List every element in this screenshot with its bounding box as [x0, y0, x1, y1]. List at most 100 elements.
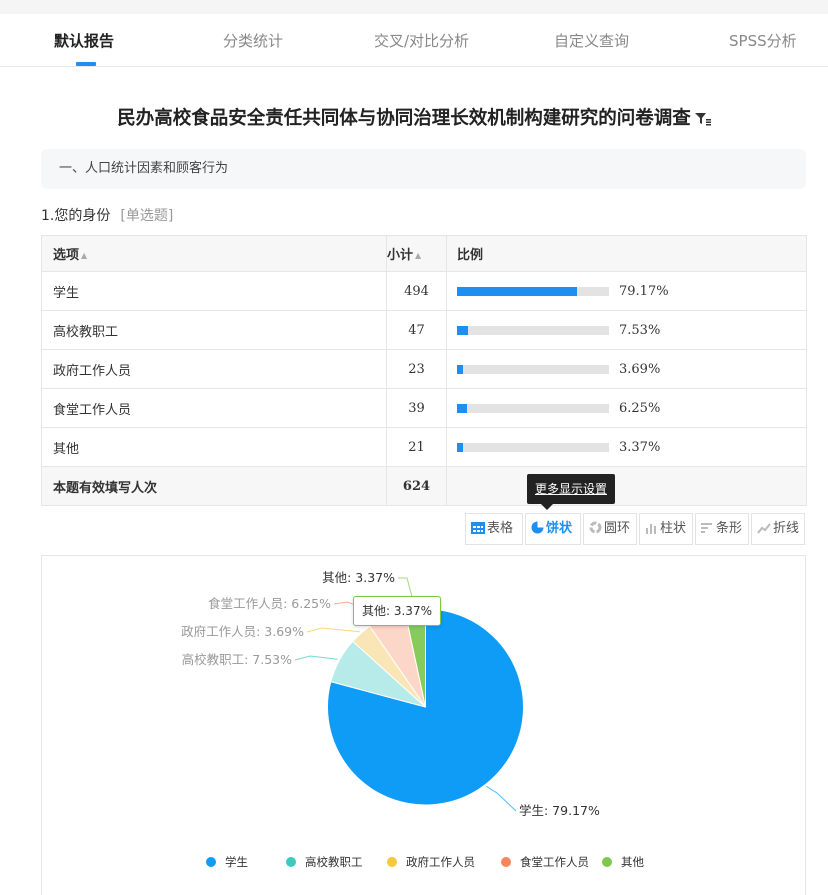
table-icon — [471, 521, 487, 536]
chart-type-table-button[interactable]: 表格 — [465, 513, 523, 545]
chart-type-label: 圆环 — [604, 521, 631, 536]
col-header-option-label: 选项 — [53, 248, 80, 263]
option-cell: 其他 — [41, 427, 387, 467]
legend-dot — [501, 857, 511, 867]
sort-icon[interactable]: ▲ — [81, 251, 87, 260]
pie-label-4: 其他: 3.37% — [322, 570, 395, 585]
chart-type-pie-button[interactable]: 饼状 — [525, 513, 581, 545]
ratio-cell: 6.25% — [446, 388, 807, 428]
pie-label-1: 高校教职工: 7.53% — [182, 652, 293, 667]
legend-item-0[interactable]: 学生 — [206, 855, 248, 869]
chart-type-label: 条形 — [716, 521, 743, 536]
pie-hover-tooltip: 其他: 3.37% — [353, 596, 441, 626]
legend-dot — [602, 857, 612, 867]
legend-dot — [387, 857, 397, 867]
legend-label: 高校教职工 — [305, 855, 363, 869]
pie-label-0: 学生: 79.17% — [519, 803, 600, 818]
pie-icon — [531, 521, 546, 536]
chart-type-label: 折线 — [773, 521, 800, 536]
legend-label: 其他 — [621, 855, 644, 869]
question-text: 1.您的身份 — [41, 208, 111, 224]
count-cell[interactable]: 21 — [386, 427, 447, 467]
column-icon — [645, 521, 660, 536]
table-total-row: 本题有效填写人次 624 — [41, 466, 807, 506]
more-settings-tooltip[interactable]: 更多显示设置 — [527, 474, 615, 510]
sort-icon[interactable]: ▲ — [415, 251, 421, 260]
line-icon — [757, 521, 773, 536]
tab-custom-query[interactable]: 自定义查询 — [554, 30, 629, 51]
count-cell[interactable]: 494 — [386, 271, 447, 311]
stats-table: 选项 ▲ 小计 ▲ 比例 学生 494 79.17% 高校教职工 47 7.53% 政府工作人员… — [41, 235, 807, 506]
ratio-percent: 7.53% — [619, 322, 661, 338]
ratio-percent: 3.69% — [619, 361, 661, 377]
col-header-ratio: 比例 — [446, 235, 807, 272]
legend-label: 学生 — [225, 855, 248, 869]
tab-category-stats[interactable]: 分类统计 — [223, 30, 283, 51]
chart-type-label: 饼状 — [546, 521, 573, 536]
legend-item-3[interactable]: 食堂工作人员 — [501, 855, 589, 869]
tab-default-report[interactable]: 默认报告 — [54, 30, 114, 51]
col-header-option[interactable]: 选项 ▲ — [41, 235, 387, 272]
total-label: 本题有效填写人次 — [41, 466, 387, 506]
total-empty — [446, 466, 807, 506]
table-row: 高校教职工 47 7.53% — [41, 310, 807, 350]
count-cell[interactable]: 39 — [386, 388, 447, 428]
ratio-bar-fill — [457, 442, 463, 452]
table-row: 食堂工作人员 39 6.25% — [41, 388, 807, 428]
legend-item-4[interactable]: 其他 — [602, 855, 644, 869]
count-cell[interactable]: 47 — [386, 310, 447, 350]
col-header-count[interactable]: 小计 ▲ — [386, 235, 447, 272]
option-cell: 高校教职工 — [41, 310, 387, 350]
ratio-bar-track — [457, 286, 609, 296]
top-strip — [0, 0, 828, 14]
tab-cross-analysis[interactable]: 交叉/对比分析 — [374, 30, 469, 51]
question-title: 1.您的身份 [单选题] — [41, 205, 173, 225]
ratio-percent: 6.25% — [619, 400, 661, 416]
pie-label-2: 政府工作人员: 3.69% — [181, 624, 304, 639]
count-cell[interactable]: 23 — [386, 349, 447, 389]
ratio-bar-fill — [457, 403, 467, 413]
legend-dot — [206, 857, 216, 867]
chart-type-line-button[interactable]: 折线 — [751, 513, 805, 545]
option-cell: 食堂工作人员 — [41, 388, 387, 428]
pie-label-line-1 — [294, 655, 338, 661]
report-tabs: 默认报告 分类统计 交叉/对比分析 自定义查询 SPSS分析 — [0, 14, 828, 67]
ratio-bar-fill — [457, 325, 469, 335]
ratio-percent: 3.37% — [619, 439, 661, 455]
chart-type-label: 柱状 — [660, 521, 687, 536]
option-cell: 政府工作人员 — [41, 349, 387, 389]
ratio-bar-track — [457, 403, 609, 413]
section-header: 一、人口统计因素和顾客行为 — [41, 149, 806, 189]
ratio-bar-track — [457, 325, 609, 335]
legend-item-2[interactable]: 政府工作人员 — [387, 855, 475, 869]
ratio-percent: 79.17% — [619, 283, 669, 299]
active-tab-indicator — [76, 62, 96, 66]
page-title-text: 民办高校食品安全责任共同体与协同治理长效机制构建研究的问卷调查 — [117, 108, 691, 129]
tab-spss-analysis[interactable]: SPSS分析 — [729, 30, 797, 51]
col-header-count-label: 小计 — [387, 248, 414, 263]
filter-icon[interactable] — [694, 110, 711, 131]
chart-type-column-button[interactable]: 柱状 — [639, 513, 693, 545]
ratio-bar-track — [457, 442, 609, 452]
page-title: 民办高校食品安全责任共同体与协同治理长效机制构建研究的问卷调查 — [0, 104, 828, 131]
legend-dot — [286, 857, 296, 867]
chart-type-label: 表格 — [487, 521, 514, 536]
pie-label-3: 食堂工作人员: 6.25% — [208, 596, 331, 611]
legend-item-1[interactable]: 高校教职工 — [286, 855, 363, 869]
pie-label-line-2 — [306, 627, 360, 633]
ratio-cell: 3.69% — [446, 349, 807, 389]
ratio-cell: 3.37% — [446, 427, 807, 467]
ratio-cell: 7.53% — [446, 310, 807, 350]
ring-icon — [589, 521, 604, 536]
ratio-bar-track — [457, 364, 609, 374]
chart-type-ring-button[interactable]: 圆环 — [583, 513, 637, 545]
option-cell: 学生 — [41, 271, 387, 311]
question-type: [单选题] — [120, 208, 174, 224]
table-row: 其他 21 3.37% — [41, 427, 807, 467]
legend-label: 政府工作人员 — [406, 855, 475, 869]
chart-type-bar-button[interactable]: 条形 — [695, 513, 749, 545]
bar-icon — [701, 521, 716, 536]
ratio-cell: 79.17% — [446, 271, 807, 311]
legend-label: 食堂工作人员 — [520, 855, 589, 869]
ratio-bar-fill — [457, 286, 578, 296]
